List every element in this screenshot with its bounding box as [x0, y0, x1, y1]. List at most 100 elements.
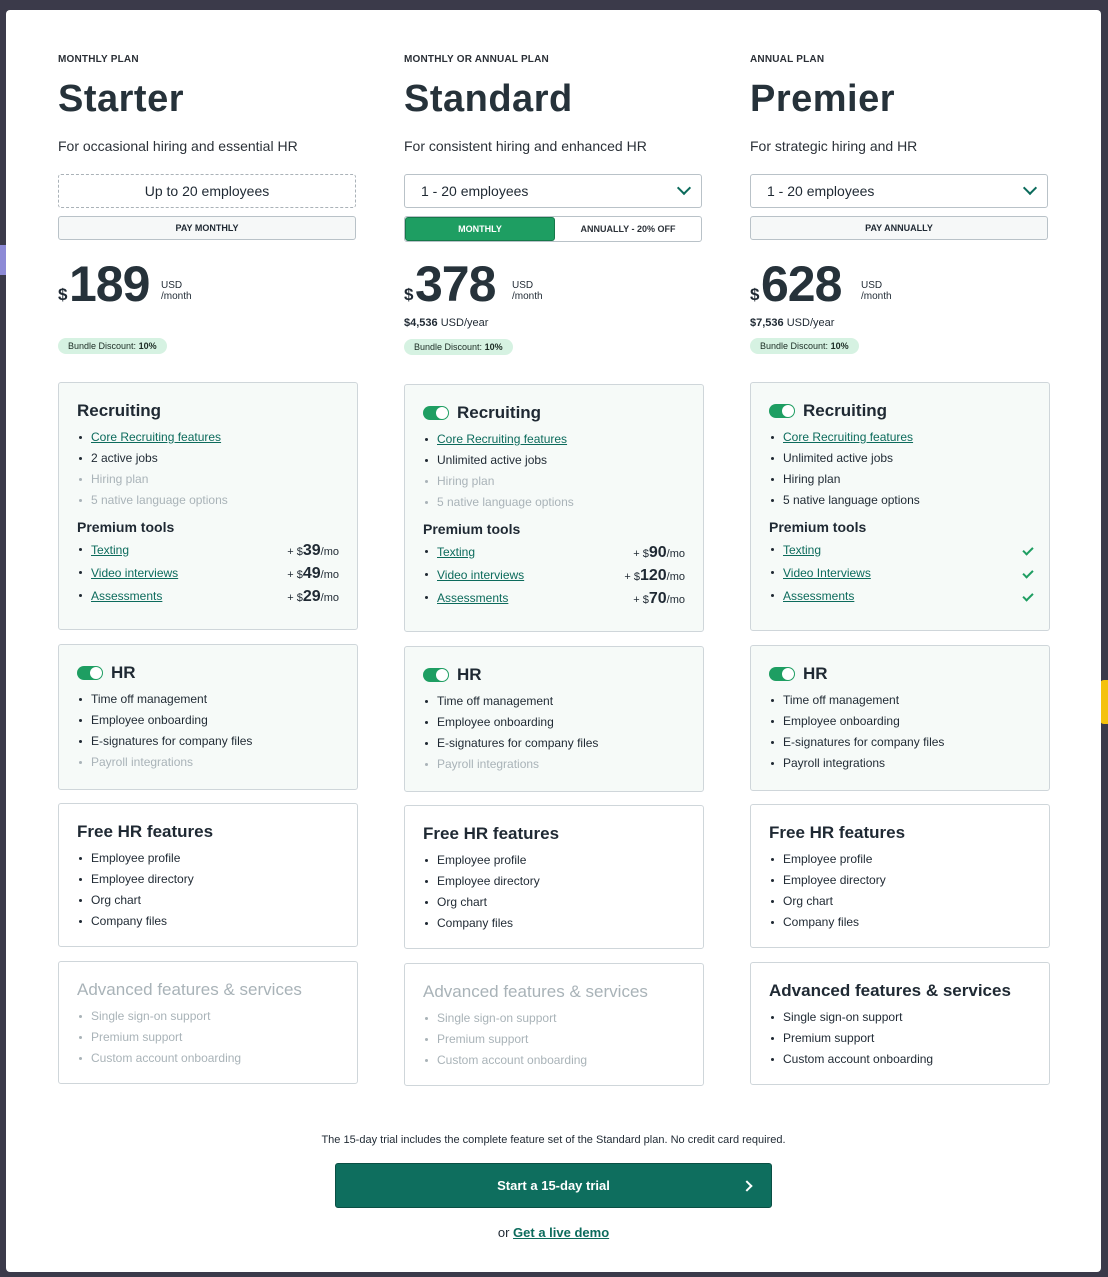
list-item[interactable]: Core Recruiting features — [771, 427, 1031, 448]
price-unit: USD/month — [512, 280, 543, 302]
list-item: Unlimited active jobs — [425, 450, 685, 471]
list-item: Time off management — [771, 690, 1031, 711]
recruiting-toggle[interactable] — [769, 404, 795, 418]
premium-item: Video Interviews — [771, 562, 1034, 585]
list-item: Premium support — [771, 1028, 1031, 1049]
list-item: 5 native language options — [79, 490, 339, 511]
hr-toggle[interactable] — [769, 667, 795, 681]
list-item: Org chart — [79, 890, 339, 911]
premium-item: Video interviews + $49/mo — [79, 562, 339, 585]
premium-item: Assessments + $29/mo — [79, 585, 339, 608]
list-item: Hiring plan — [79, 469, 339, 490]
list-item: Company files — [771, 912, 1031, 933]
plan-eyebrow: MONTHLY PLAN — [58, 54, 139, 65]
list-item: Company files — [79, 911, 339, 932]
price-amount: 378 — [415, 256, 496, 312]
trial-note: The 15-day trial includes the complete f… — [321, 1134, 786, 1146]
price-amount: 189 — [69, 256, 150, 312]
video-interviews-link[interactable]: Video interviews — [91, 566, 178, 580]
list-item[interactable]: Core Recruiting features — [79, 427, 339, 448]
card-title: Free HR features — [769, 823, 906, 842]
price-unit: USD/month — [161, 280, 192, 302]
list-item[interactable]: Core Recruiting features — [425, 429, 685, 450]
premium-item: Assessments — [771, 585, 1034, 608]
plan-description: For occasional hiring and essential HR — [58, 138, 298, 154]
card-title: Free HR features — [77, 822, 214, 841]
assessments-link[interactable]: Assessments — [91, 589, 162, 603]
start-trial-button[interactable]: Start a 15-day trial — [335, 1163, 772, 1208]
recruiting-card: Recruiting Core Recruiting features Unli… — [750, 382, 1050, 631]
recruiting-card: Recruiting Core Recruiting features 2 ac… — [58, 382, 358, 630]
list-item: Employee directory — [79, 869, 339, 890]
addon-price: + $29/mo — [287, 588, 339, 605]
employee-count-select[interactable]: 1 - 20 employees — [750, 174, 1048, 208]
recruiting-toggle[interactable] — [423, 406, 449, 420]
texting-link[interactable]: Texting — [91, 543, 129, 557]
card-title: HR — [769, 664, 1031, 684]
list-item: Employee directory — [425, 871, 685, 892]
core-recruiting-link[interactable]: Core Recruiting features — [91, 430, 221, 444]
hr-toggle[interactable] — [77, 666, 103, 680]
annual-option[interactable]: ANNUALLY - 20% OFF — [555, 217, 701, 241]
employee-count-select[interactable]: 1 - 20 employees — [404, 174, 702, 208]
plan-description: For strategic hiring and HR — [750, 138, 918, 154]
bundle-discount-badge: Bundle Discount: 10% — [58, 338, 167, 354]
list-item: Payroll integrations — [425, 754, 685, 775]
list-item: Premium support — [79, 1027, 339, 1048]
card-title: Advanced features & services — [423, 982, 648, 1001]
card-title: Recruiting — [77, 401, 162, 420]
pay-annually-button[interactable]: PAY ANNUALLY — [750, 216, 1048, 240]
list-item: Premium support — [425, 1029, 685, 1050]
card-title: Recruiting — [769, 401, 1031, 421]
chevron-right-icon — [741, 1180, 753, 1192]
list-item: Employee onboarding — [425, 712, 685, 733]
list-item: Employee profile — [79, 848, 339, 869]
pricing-panel: MONTHLY PLAN Starter For occasional hiri… — [6, 10, 1101, 1272]
addon-price: + $70/mo — [633, 590, 685, 607]
card-title: Advanced features & services — [769, 981, 1011, 1000]
hr-toggle[interactable] — [423, 668, 449, 682]
list-item: Hiring plan — [771, 469, 1031, 490]
addon-price: + $49/mo — [287, 565, 339, 582]
list-item: Employee profile — [425, 850, 685, 871]
currency-symbol: $ — [404, 285, 414, 304]
recruiting-card: Recruiting Core Recruiting features Unli… — [404, 384, 704, 632]
premium-tools-title: Premium tools — [77, 519, 175, 535]
assessments-link[interactable]: Assessments — [783, 589, 854, 603]
monthly-option[interactable]: MONTHLY — [405, 217, 555, 241]
video-interviews-link[interactable]: Video Interviews — [783, 566, 871, 580]
plan-name: Standard — [404, 78, 573, 120]
card-title: Recruiting — [423, 403, 685, 423]
list-item: Custom account onboarding — [425, 1050, 685, 1071]
list-item: Employee profile — [771, 849, 1031, 870]
check-icon — [1022, 590, 1034, 602]
core-recruiting-link[interactable]: Core Recruiting features — [437, 432, 567, 446]
list-item: Hiring plan — [425, 471, 685, 492]
currency-symbol: $ — [750, 285, 760, 304]
plan-name: Starter — [58, 78, 184, 120]
live-demo-link[interactable]: Get a live demo — [513, 1225, 609, 1240]
check-icon — [1022, 544, 1034, 556]
card-title: Free HR features — [423, 824, 560, 843]
hr-card: HR Time off management Employee onboardi… — [404, 646, 704, 792]
core-recruiting-link[interactable]: Core Recruiting features — [783, 430, 913, 444]
list-item: Custom account onboarding — [79, 1048, 339, 1069]
free-hr-card: Free HR features Employee profile Employ… — [404, 805, 704, 949]
advanced-card: Advanced features & services Single sign… — [750, 962, 1050, 1085]
texting-link[interactable]: Texting — [783, 543, 821, 557]
background-accent-yellow — [1100, 680, 1108, 724]
list-item: E-signatures for company files — [425, 733, 685, 754]
list-item: Single sign-on support — [425, 1008, 685, 1029]
texting-link[interactable]: Texting — [437, 545, 475, 559]
premium-item: Texting — [771, 539, 1034, 562]
premium-tools-title: Premium tools — [423, 521, 521, 537]
plan-description: For consistent hiring and enhanced HR — [404, 138, 647, 154]
billing-toggle: MONTHLY ANNUALLY - 20% OFF — [404, 216, 702, 242]
list-item: Single sign-on support — [771, 1007, 1031, 1028]
card-title: Advanced features & services — [77, 980, 302, 999]
premium-item: Assessments + $70/mo — [425, 587, 685, 610]
currency-symbol: $ — [58, 285, 68, 304]
pay-monthly-button[interactable]: PAY MONTHLY — [58, 216, 356, 240]
video-interviews-link[interactable]: Video interviews — [437, 568, 524, 582]
assessments-link[interactable]: Assessments — [437, 591, 508, 605]
